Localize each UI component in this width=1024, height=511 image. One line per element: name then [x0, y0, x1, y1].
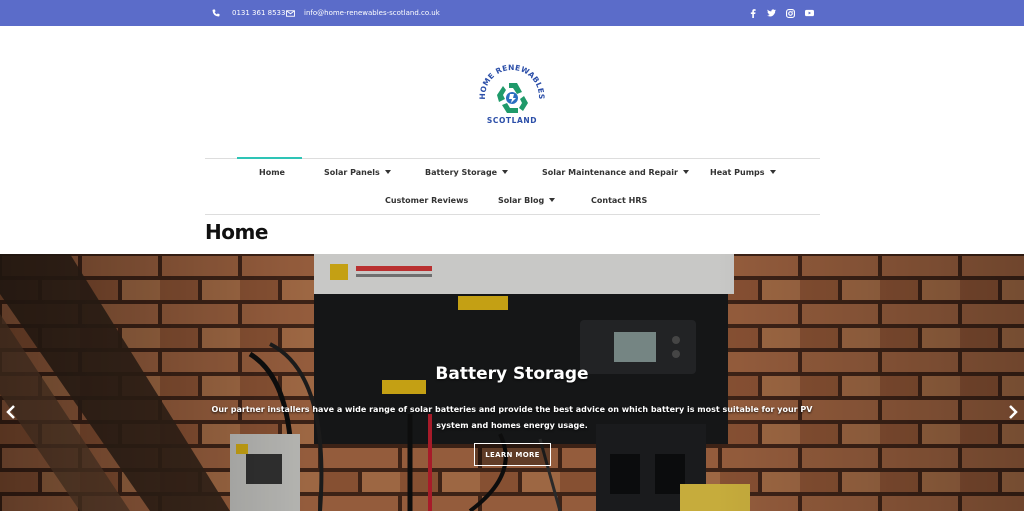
chevron-down-icon	[384, 170, 391, 174]
nav-home-label: Home	[259, 167, 285, 177]
hero-slider: Battery Storage Our partner installers h…	[0, 254, 1024, 511]
nav-customer-reviews-label: Customer Reviews	[385, 195, 469, 205]
hero-title: Battery Storage	[435, 364, 589, 384]
nav-contact-label: Contact HRS	[591, 195, 648, 205]
nav-heat-pumps[interactable]: Heat Pumps	[710, 158, 776, 186]
top-bar: 0131 361 8533 info@home-renewables-scotl…	[0, 0, 1024, 26]
chevron-down-icon	[682, 170, 689, 174]
nav-heat-pumps-label: Heat Pumps	[710, 167, 765, 177]
nav-battery-storage[interactable]: Battery Storage	[425, 158, 509, 186]
nav-battery-storage-label: Battery Storage	[425, 167, 498, 177]
facebook-icon[interactable]	[748, 8, 757, 18]
instagram-icon[interactable]	[786, 8, 795, 18]
hero-description: Our partner installers have a wide range…	[211, 405, 813, 430]
main-nav-row-2: Customer Reviews Solar Blog Contact HRS	[205, 186, 820, 214]
nav-solar-maintenance-label: Solar Maintenance and Repair	[542, 167, 678, 177]
chevron-down-icon	[769, 170, 776, 174]
chevron-right-icon[interactable]	[1008, 404, 1018, 423]
nav-solar-blog-label: Solar Blog	[498, 195, 545, 205]
email-contact[interactable]: info@home-renewables-scotland.co.uk	[285, 0, 440, 26]
logo-bottom-text: SCOTLAND	[487, 116, 537, 125]
phone-contact[interactable]: 0131 361 8533	[211, 0, 285, 26]
twitter-icon[interactable]	[767, 9, 776, 18]
phone-icon	[211, 8, 221, 18]
youtube-icon[interactable]	[805, 9, 814, 18]
learn-more-button[interactable]: LEARN MORE	[474, 443, 551, 466]
social-links	[748, 0, 814, 26]
nav-customer-reviews[interactable]: Customer Reviews	[385, 186, 468, 214]
phone-number[interactable]: 0131 361 8533	[232, 9, 285, 17]
envelope-icon	[285, 8, 295, 18]
recycle-icon	[497, 83, 528, 113]
chevron-left-icon[interactable]	[6, 404, 16, 423]
nav-solar-blog[interactable]: Solar Blog	[498, 186, 556, 214]
nav-solar-panels-label: Solar Panels	[324, 167, 380, 177]
chevron-down-icon	[549, 198, 556, 202]
email-address[interactable]: info@home-renewables-scotland.co.uk	[304, 9, 440, 17]
nav-solar-panels[interactable]: Solar Panels	[324, 158, 391, 186]
page-title: Home	[205, 220, 268, 244]
nav-contact[interactable]: Contact HRS	[591, 186, 647, 214]
chevron-down-icon	[502, 170, 509, 174]
nav-home[interactable]: Home	[259, 158, 285, 186]
nav-bottom-border	[205, 214, 820, 215]
main-nav-row-1: Home Solar Panels Battery Storage Solar …	[205, 158, 820, 186]
site-logo[interactable]: HOME RENEWABLES SCOTLAND	[477, 63, 547, 127]
nav-solar-maintenance[interactable]: Solar Maintenance and Repair	[542, 158, 689, 186]
